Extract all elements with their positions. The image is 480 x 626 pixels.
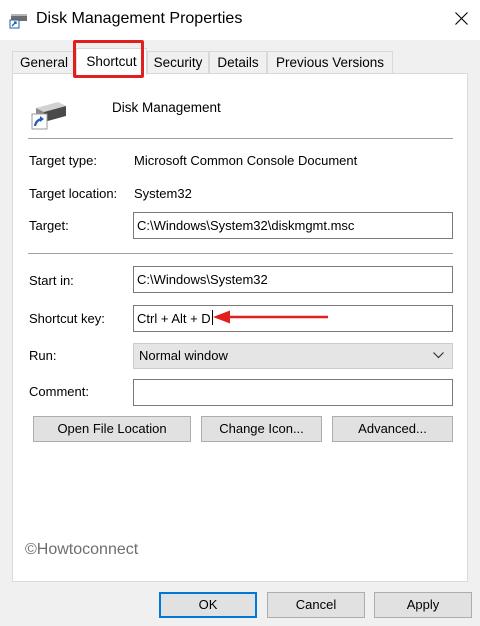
advanced-button[interactable]: Advanced...	[332, 416, 453, 442]
comment-label: Comment:	[29, 384, 89, 399]
tab-details[interactable]: Details	[209, 51, 267, 74]
close-icon	[454, 12, 468, 25]
target-type-value: Microsoft Common Console Document	[134, 153, 358, 168]
tab-general[interactable]: General	[12, 51, 76, 74]
cancel-button[interactable]: Cancel	[267, 592, 365, 618]
open-file-location-button[interactable]: Open File Location	[33, 416, 191, 442]
run-select[interactable]: Normal window	[133, 343, 453, 369]
annotation-arrow	[213, 310, 328, 324]
window-title: Disk Management Properties	[36, 10, 243, 27]
shortcut-key-input-value: Ctrl + Alt + D	[137, 311, 211, 326]
comment-input[interactable]	[133, 379, 453, 406]
separator	[28, 253, 453, 254]
target-input[interactable]: C:\Windows\System32\diskmgmt.msc	[133, 212, 453, 239]
advanced-label: Advanced...	[358, 421, 427, 436]
start-in-label: Start in:	[29, 273, 74, 288]
run-label: Run:	[29, 348, 57, 363]
disk-management-icon	[9, 11, 29, 29]
target-input-value: C:\Windows\System32\diskmgmt.msc	[137, 218, 355, 233]
tab-previous-versions-label: Previous Versions	[275, 55, 385, 70]
change-icon-label: Change Icon...	[219, 421, 304, 436]
ok-button[interactable]: OK	[159, 592, 257, 618]
watermark: ©Howtoconnect	[25, 541, 139, 558]
change-icon-button[interactable]: Change Icon...	[201, 416, 322, 442]
target-label: Target:	[29, 218, 69, 233]
run-select-value: Normal window	[139, 348, 228, 363]
open-file-location-label: Open File Location	[57, 421, 167, 436]
apply-button[interactable]: Apply	[374, 592, 472, 618]
close-button[interactable]	[446, 6, 476, 32]
ok-label: OK	[198, 597, 218, 612]
start-in-input[interactable]: C:\Windows\System32	[133, 266, 453, 293]
separator	[28, 138, 453, 139]
apply-label: Apply	[406, 597, 440, 612]
target-location-value: System32	[134, 186, 192, 201]
shortcut-key-label: Shortcut key:	[29, 311, 105, 326]
title-bar: Disk Management Properties	[0, 0, 480, 40]
chevron-down-icon	[433, 352, 444, 359]
target-location-label: Target location:	[29, 186, 118, 201]
app-name: Disk Management	[112, 100, 221, 115]
tab-security[interactable]: Security	[147, 51, 209, 74]
tab-previous-versions[interactable]: Previous Versions	[267, 51, 393, 74]
disk-management-app-icon	[30, 96, 70, 132]
tab-security-label: Security	[153, 55, 203, 70]
cancel-label: Cancel	[295, 597, 337, 612]
target-type-label: Target type:	[29, 153, 97, 168]
tab-general-label: General	[19, 55, 69, 70]
tab-highlight-box	[73, 40, 144, 78]
start-in-input-value: C:\Windows\System32	[137, 272, 268, 287]
tab-details-label: Details	[217, 55, 259, 70]
